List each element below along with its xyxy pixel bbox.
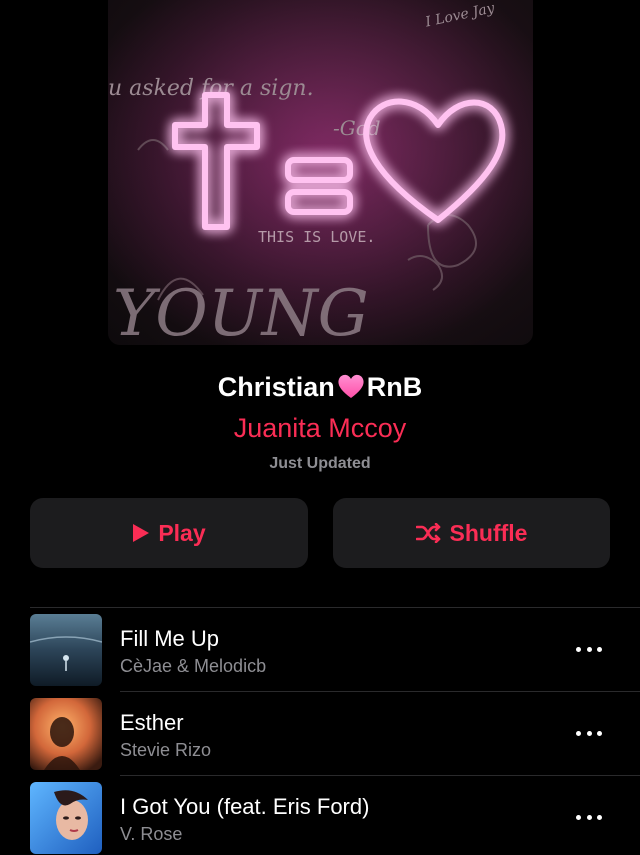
shuffle-button-label: Shuffle <box>449 519 528 546</box>
album-art-thumbnail <box>30 614 102 686</box>
track-artist: Stevie Rizo <box>120 740 212 760</box>
track-artist: CèJae & Melodicb <box>120 656 267 676</box>
track-title: Fill Me Up <box>120 626 220 651</box>
playlist-page: u asked for a sign. -God THIS IS LOVE. I… <box>0 0 640 855</box>
album-art-thumbnail <box>30 698 102 770</box>
playlist-title-suffix: RnB <box>366 372 423 402</box>
track-artist: V. Rose <box>120 824 183 844</box>
playlist-curator-link[interactable]: Juanita Mccoy <box>0 413 640 444</box>
play-button[interactable]: Play <box>30 498 308 568</box>
playlist-title: Christian RnB <box>0 372 640 407</box>
more-options-icon[interactable] <box>576 810 602 824</box>
playlist-artwork: u asked for a sign. -God THIS IS LOVE. I… <box>108 0 533 345</box>
pink-heart-icon <box>336 372 366 407</box>
track-title: Esther <box>120 710 184 735</box>
playlist-status: Just Updated <box>269 455 371 472</box>
play-icon <box>132 523 150 543</box>
artwork-graffiti-text: YOUNG <box>113 277 369 345</box>
track-row[interactable]: Esther Stevie Rizo <box>0 692 640 776</box>
playlist-title-prefix: Christian <box>217 372 335 402</box>
play-button-label: Play <box>158 519 206 546</box>
album-art-thumbnail <box>30 782 102 854</box>
more-options-icon[interactable] <box>576 642 602 656</box>
track-title: I Got You (feat. Eris Ford) <box>120 794 370 819</box>
shuffle-button[interactable]: Shuffle <box>333 498 610 568</box>
artwork-signature-text: -God <box>333 116 381 140</box>
track-row[interactable]: Fill Me Up CèJae & Melodicb <box>0 608 640 692</box>
shuffle-icon <box>415 523 442 543</box>
more-options-icon[interactable] <box>576 726 602 740</box>
artwork-caption-text: THIS IS LOVE. <box>258 228 375 246</box>
track-row[interactable]: I Got You (feat. Eris Ford) V. Rose <box>0 776 640 855</box>
